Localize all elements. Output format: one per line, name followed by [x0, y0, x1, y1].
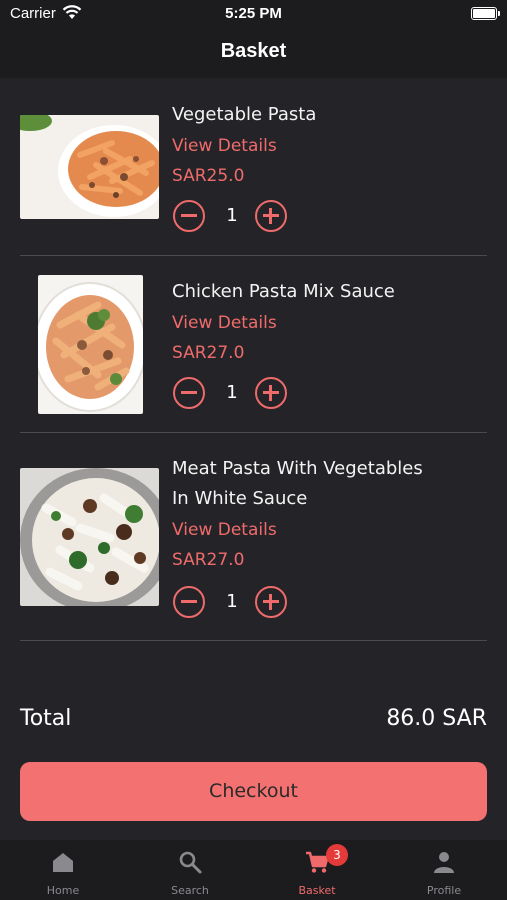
tab-label: Search [171, 884, 209, 897]
cart-count-badge: 3 [326, 844, 348, 866]
tab-label: Basket [298, 884, 336, 897]
total-label: Total [20, 706, 72, 731]
item-quantity: 1 [226, 591, 238, 612]
item-price: SAR25.0 [172, 166, 245, 186]
minus-icon [181, 391, 197, 394]
minus-icon [181, 214, 197, 217]
profile-icon [434, 852, 454, 873]
increase-quantity-button[interactable] [255, 200, 287, 232]
minus-icon [181, 600, 197, 603]
basket-item: Meat Pasta With Vegetables In White Sauc… [20, 454, 487, 624]
tab-label: Home [46, 884, 80, 897]
view-details-link[interactable]: View Details [172, 136, 277, 156]
item-image [20, 115, 159, 219]
quantity-stepper: 1 [173, 586, 293, 620]
tab-label: Profile [426, 884, 462, 897]
increase-quantity-button[interactable] [255, 377, 287, 409]
home-icon [53, 853, 73, 872]
page-title: Basket [220, 40, 287, 62]
item-price: SAR27.0 [172, 343, 245, 363]
divider [20, 255, 487, 256]
divider [20, 640, 487, 641]
decrease-quantity-button[interactable] [173, 200, 205, 232]
basket-item: Chicken Pasta Mix Sauce View Details SAR… [20, 275, 487, 417]
item-name: Meat Pasta With Vegetables In White Sauc… [172, 458, 423, 509]
view-details-link[interactable]: View Details [172, 313, 277, 333]
item-name: Chicken Pasta Mix Sauce [172, 281, 395, 302]
view-details-link[interactable]: View Details [172, 520, 277, 540]
battery-icon [471, 7, 500, 20]
basket-item: Vegetable Pasta View Details SAR25.0 1 [20, 100, 487, 240]
search-icon [179, 851, 202, 874]
quantity-stepper: 1 [173, 377, 293, 411]
total-value: 86.0 SAR [386, 706, 487, 731]
tab-search[interactable]: Search [127, 840, 253, 900]
divider [20, 432, 487, 433]
decrease-quantity-button[interactable] [173, 586, 205, 618]
increase-quantity-button[interactable] [255, 586, 287, 618]
tab-profile[interactable]: Profile [381, 840, 507, 900]
tab-home[interactable]: Home [0, 840, 126, 900]
quantity-stepper: 1 [173, 200, 293, 234]
item-price: SAR27.0 [172, 550, 245, 570]
item-quantity: 1 [226, 382, 238, 403]
checkout-button[interactable]: Checkout [20, 762, 487, 821]
item-quantity: 1 [226, 205, 238, 226]
item-image [38, 275, 143, 414]
status-bar: Carrier 5:25 PM [0, 0, 507, 30]
status-time: 5:25 PM [225, 5, 282, 22]
nav-bar: Basket [0, 30, 507, 78]
tab-basket[interactable]: 3 Basket [254, 840, 380, 900]
decrease-quantity-button[interactable] [173, 377, 205, 409]
item-image [20, 468, 159, 606]
item-name: Vegetable Pasta [172, 104, 317, 125]
tab-bar: Home Search 3 Basket Profile [0, 840, 507, 900]
